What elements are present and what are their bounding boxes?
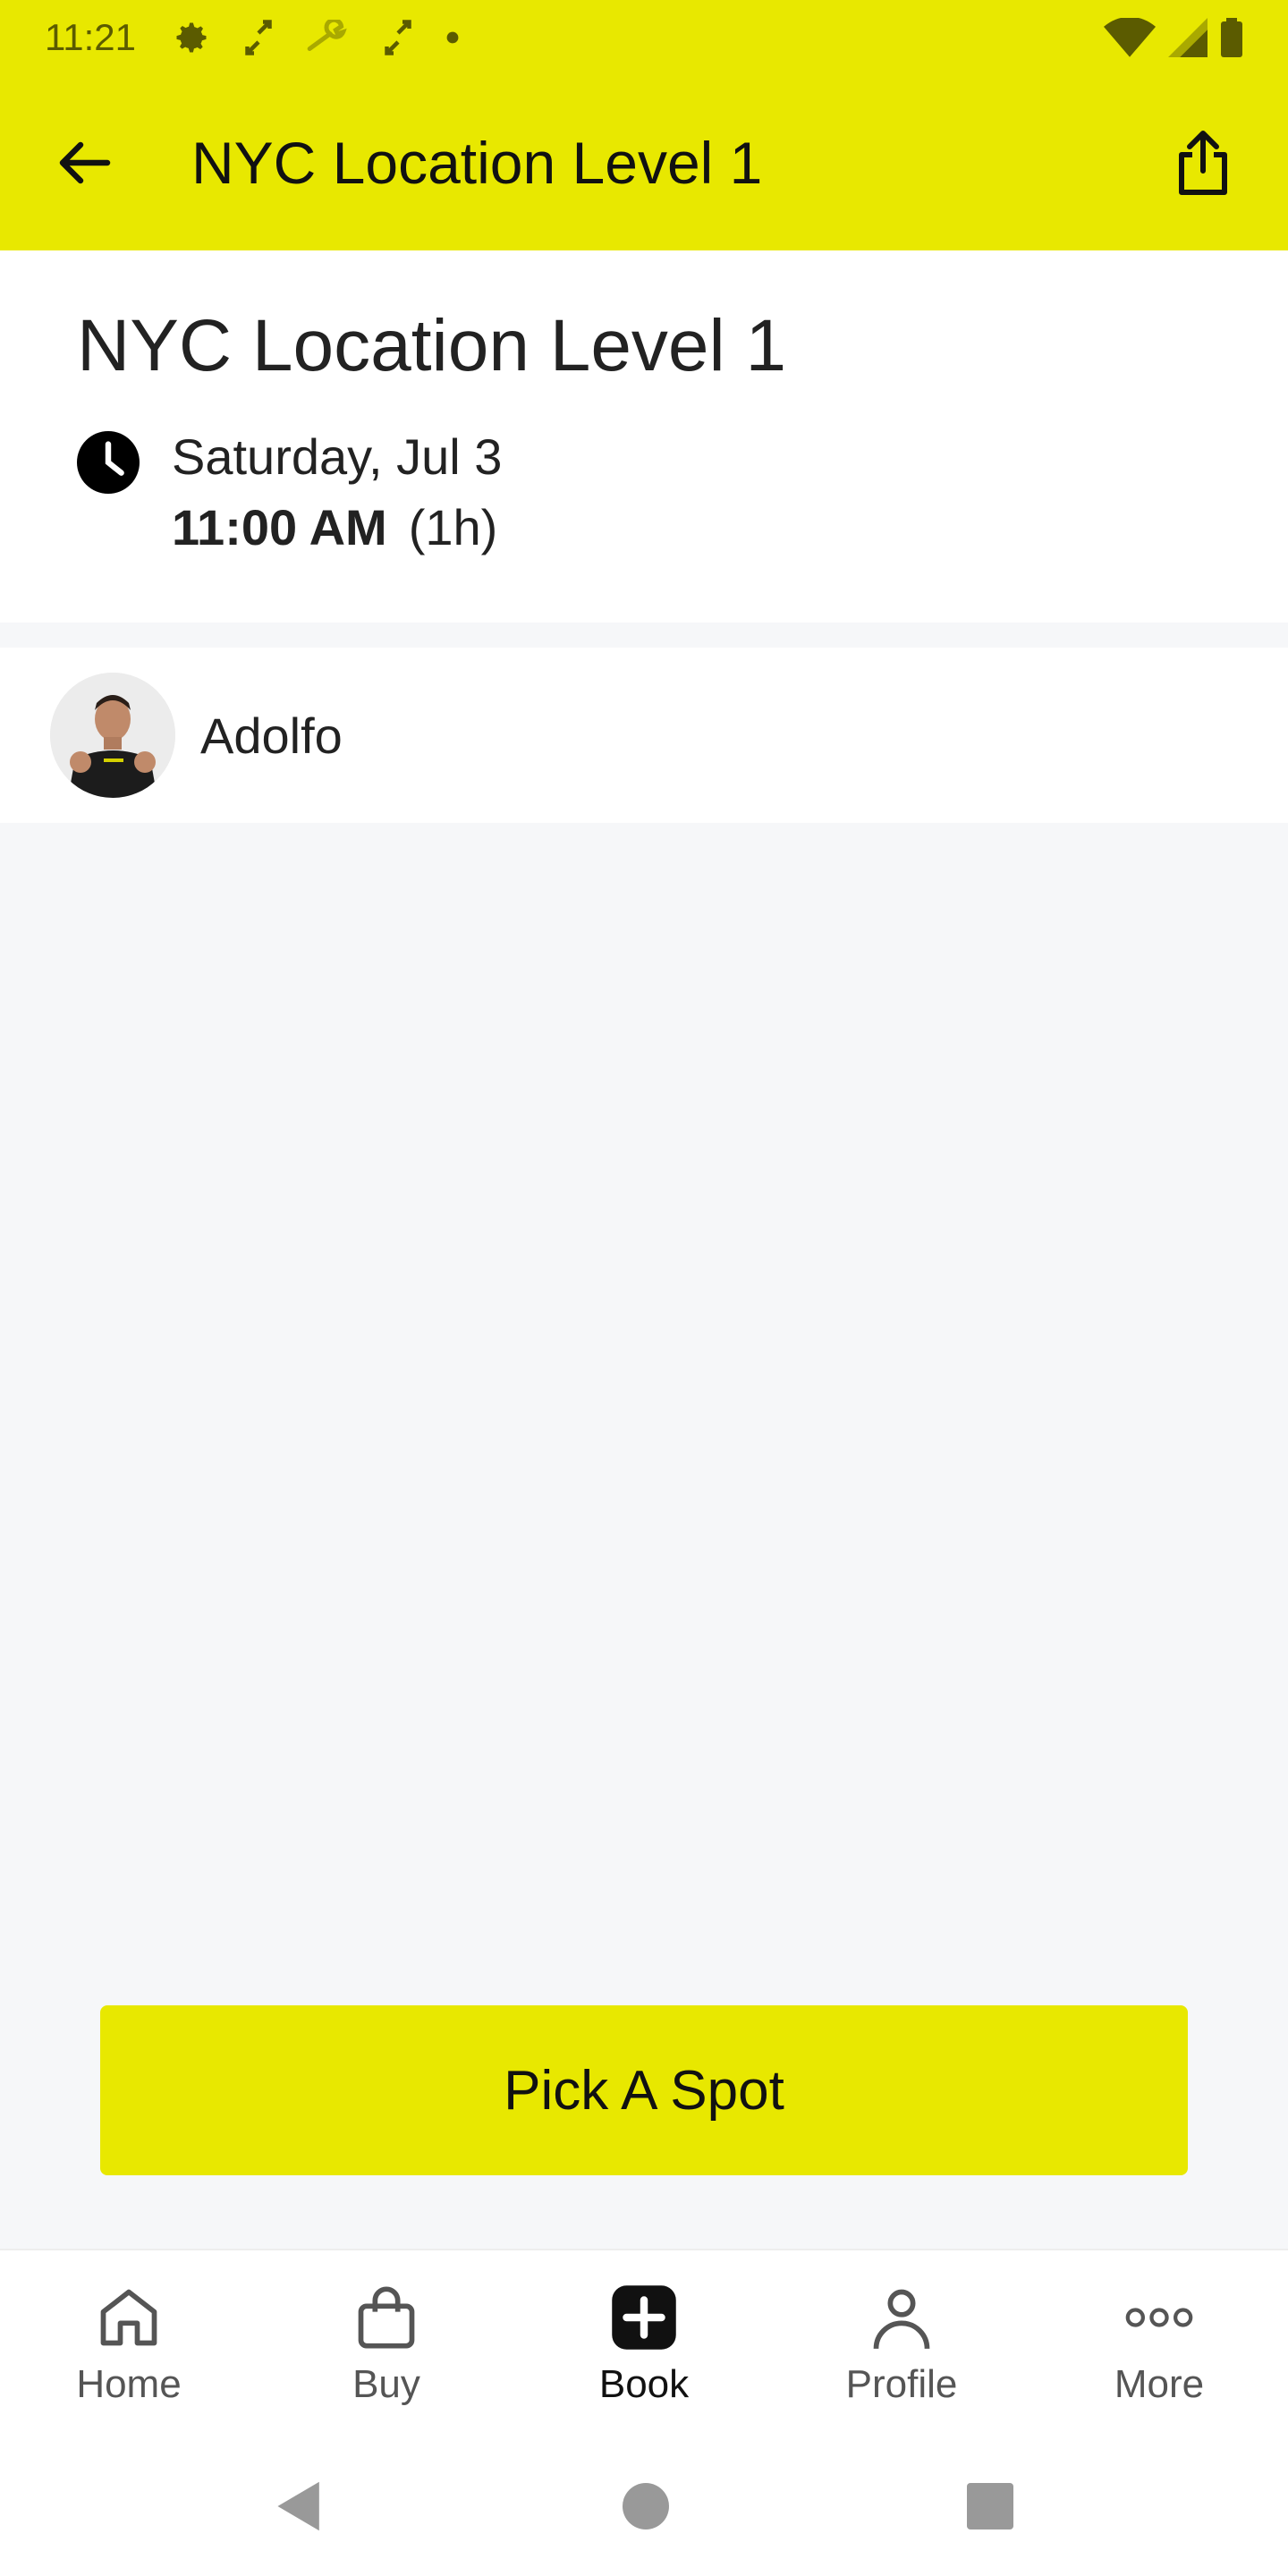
event-time-row: Saturday, Jul 3 11:00 AM (1h) [77,428,1211,556]
event-start-time: 11:00 AM [172,499,387,555]
back-triangle-icon[interactable] [275,2479,325,2533]
instructor-photo [50,673,175,798]
nav-label-profile: Profile [845,2362,958,2406]
share-button[interactable] [1172,131,1234,195]
event-duration: (1h) [408,499,498,555]
avatar [50,673,175,798]
nav-label-book: Book [598,2362,690,2406]
system-nav-bar [0,2436,1288,2576]
instructor-name: Adolfo [200,707,343,764]
nav-item-home[interactable]: Home [0,2280,258,2407]
event-details: NYC Location Level 1 Saturday, Jul 3 11:… [0,250,1288,623]
nav-label-home: Home [76,2362,182,2406]
dot-icon [446,31,459,44]
nav-item-buy[interactable]: Buy [258,2280,515,2407]
nav-label-buy: Buy [352,2362,420,2406]
home-circle-icon[interactable] [622,2483,669,2529]
nav-item-profile[interactable]: Profile [773,2280,1030,2407]
nav-label-more: More [1114,2362,1205,2406]
clock-icon [77,431,140,494]
plus-square-icon [612,2285,676,2350]
status-icons-right [1104,18,1243,57]
signal-icon [1168,18,1208,57]
event-date: Saturday, Jul 3 [172,428,503,485]
more-dots-icon [1125,2308,1193,2327]
nav-item-book[interactable]: Book [515,2280,773,2407]
app-bar-title: NYC Location Level 1 [191,130,763,196]
status-time: 11:21 [45,16,136,58]
event-title: NYC Location Level 1 [77,305,787,386]
arrow-left-icon [59,141,111,184]
home-icon [100,2289,157,2346]
gear-icon [176,22,207,53]
expand-arrows-icon [385,20,411,55]
expand-arrows-icon [245,20,272,55]
pick-a-spot-button[interactable]: Pick A Spot [100,2005,1188,2175]
status-bar: 11:21 [0,0,1288,75]
user-icon [873,2289,930,2349]
wifi-icon [1104,18,1156,57]
nav-item-more[interactable]: More [1030,2280,1288,2407]
back-button[interactable] [54,131,116,194]
shopping-bag-icon [358,2286,415,2349]
event-datetime: Saturday, Jul 3 11:00 AM (1h) [172,428,502,556]
share-icon [1179,131,1227,195]
event-time: 11:00 AM (1h) [172,498,502,556]
wrench-icon [307,20,347,51]
app-bar: NYC Location Level 1 [0,75,1288,250]
instructor-row[interactable]: Adolfo [0,648,1288,823]
battery-icon [1221,18,1242,57]
bottom-nav: Home Buy Book Profile More [0,2249,1288,2436]
recents-square-icon[interactable] [967,2483,1014,2529]
status-icons-left [172,18,460,57]
